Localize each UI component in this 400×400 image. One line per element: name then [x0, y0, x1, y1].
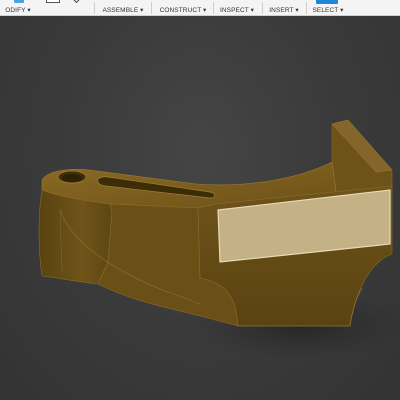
select-menu-label: SELECT ▾ — [312, 7, 344, 14]
construct-menu[interactable]: CONSTRUCT ▾ — [158, 0, 208, 16]
select-icon[interactable] — [316, 0, 338, 4]
modify-menu-label: ODIFY ▾ — [5, 7, 31, 14]
3d-viewport[interactable] — [0, 16, 400, 400]
insert-menu-label: INSERT ▾ — [269, 7, 299, 14]
toolbar-separator — [262, 2, 263, 14]
insert-menu[interactable]: INSERT ▾ — [266, 0, 302, 16]
toolbar: ODIFY ▾ ASSEMBLE ▾ CONSTRUCT ▾ INSPECT ▾… — [0, 0, 400, 16]
assemble-menu[interactable]: ASSEMBLE ▾ — [100, 0, 146, 16]
small-chevron-icon[interactable] — [72, 0, 81, 4]
toolbar-separator — [306, 2, 307, 14]
inspect-menu-label: INSPECT ▾ — [219, 7, 255, 14]
model-left-end[interactable] — [38, 189, 113, 285]
toolbar-separator — [94, 2, 95, 14]
assemble-icon[interactable] — [46, 0, 60, 3]
toolbar-separator — [151, 2, 152, 14]
construct-menu-label: CONSTRUCT ▾ — [159, 7, 207, 14]
assemble-menu-label: ASSEMBLE ▾ — [102, 7, 144, 14]
inspect-menu[interactable]: INSPECT ▾ — [218, 0, 256, 16]
model-hole-inner — [62, 174, 82, 182]
toolbar-separator — [213, 2, 214, 14]
model-canvas — [38, 119, 400, 360]
modify-icon[interactable] — [14, 0, 24, 3]
